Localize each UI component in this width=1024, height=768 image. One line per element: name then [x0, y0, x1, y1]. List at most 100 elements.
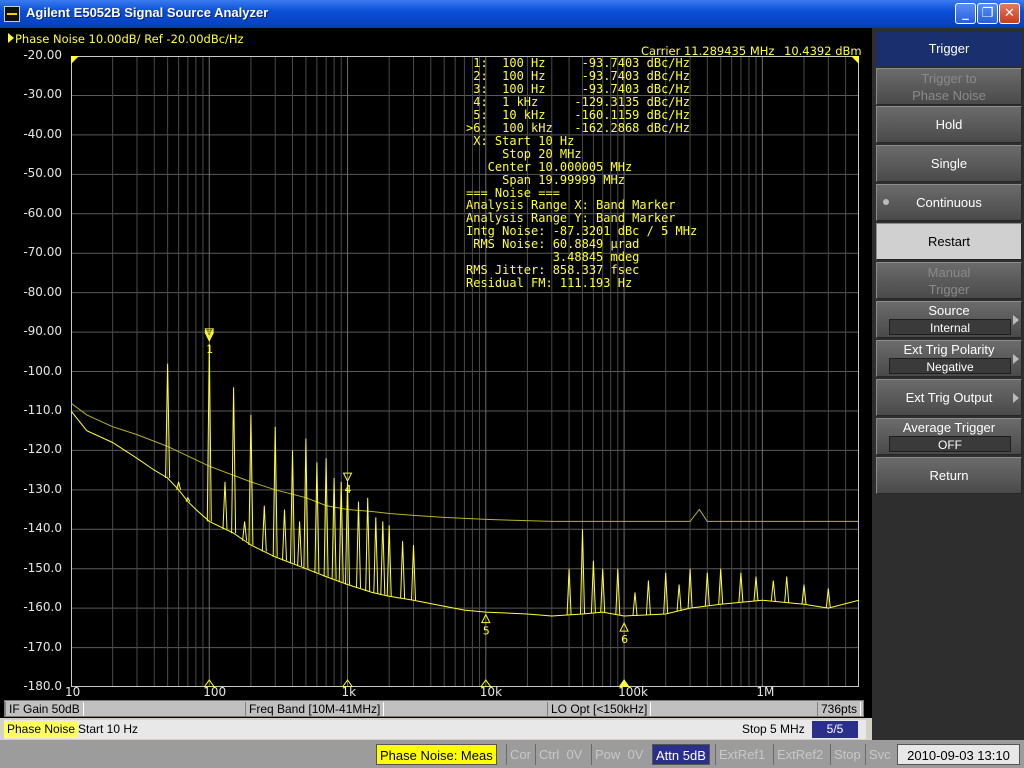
y-tick-label: -100.0	[23, 363, 62, 378]
spur-spike	[222, 481, 228, 530]
x-tick-label: 100	[203, 685, 227, 699]
readout-line: Center 10.000005 MHz	[466, 159, 633, 174]
return-label: Return	[929, 468, 969, 483]
title-bar: Agilent E5052B Signal Source Analyzer _ …	[0, 0, 1024, 28]
spur-spike	[770, 580, 776, 602]
start-frequency[interactable]: Start 10 Hz	[78, 721, 138, 738]
continuous-softkey[interactable]: Continuous	[876, 184, 1022, 221]
manual-trigger-softkey[interactable]: Manual Trigger	[876, 262, 1022, 299]
spur-spike	[676, 584, 682, 611]
y-tick-label: -70.00	[23, 245, 62, 260]
status-bar-settings: IF Gain 50dB Freq Band [10M-41MHz] LO Op…	[4, 700, 864, 717]
instrument-status-bar: Phase Noise: Meas Cor Ctrl 0V Pow 0V Att…	[0, 740, 1024, 768]
average-trigger-softkey[interactable]: Average Trigger OFF	[876, 418, 1022, 455]
marker-label: 5	[483, 625, 490, 638]
y-tick-label: -130.0	[23, 481, 62, 496]
ctrl-voltage: 0V	[566, 747, 583, 762]
if-gain-status[interactable]: IF Gain 50dB	[5, 702, 84, 716]
ext-trig-polarity-softkey[interactable]: Ext Trig Polarity Negative	[876, 340, 1022, 377]
source-softkey[interactable]: Source Internal	[876, 301, 1022, 338]
continuous-label: Continuous	[916, 195, 982, 210]
points-status[interactable]: 736pts	[817, 702, 862, 716]
ext-trig-polarity-label: Ext Trig Polarity	[903, 342, 995, 357]
y-tick-label: -40.00	[23, 126, 62, 141]
analyzer-window: Agilent E5052B Signal Source Analyzer _ …	[0, 0, 1024, 768]
softkey-panel: Trigger Trigger to Phase Noise Hold Sing…	[872, 28, 1024, 740]
close-button[interactable]: ✕	[999, 3, 1020, 24]
submenu-arrow-icon	[1013, 354, 1019, 364]
spur-spike	[645, 580, 651, 615]
y-tick-label: -20.00	[23, 48, 62, 62]
attenuation-indicator: Attn 5dB	[652, 744, 710, 765]
lo-opt-status[interactable]: LO Opt [<150kHz]	[547, 702, 652, 716]
freq-band-status[interactable]: Freq Band [10M-41MHz]	[245, 702, 385, 716]
readout-line: X: Start 10 Hz	[466, 133, 575, 148]
spur-spike	[282, 509, 287, 561]
source-value: Internal	[889, 319, 1011, 335]
submenu-arrow-icon	[1013, 393, 1019, 403]
service-indicator: Svc	[865, 744, 894, 765]
readout-line: Stop 20 MHz	[466, 146, 582, 161]
y-tick-label: -110.0	[23, 402, 62, 417]
extref1-indicator: ExtRef1	[715, 744, 768, 765]
minimize-icon: _	[962, 6, 969, 21]
ref-level-icon	[71, 56, 79, 64]
readout-line: 2: 100 Hz -93.7403 dBc/Hz	[466, 68, 690, 83]
spur-spike	[400, 541, 406, 599]
window-title: Agilent E5052B Signal Source Analyzer	[26, 5, 269, 20]
minimize-button[interactable]: _	[955, 3, 976, 24]
readout-line: 4: 1 kHz -129.3135 dBc/Hz	[466, 94, 690, 109]
manual-trigger-line1: Manual	[927, 265, 971, 280]
submenu-arrow-icon	[1013, 315, 1019, 325]
x-tick-label: 1k	[341, 685, 357, 699]
x-tick-label: 10	[65, 685, 81, 699]
channel-indicator[interactable]: 5/5	[812, 721, 858, 738]
hold-softkey[interactable]: Hold	[876, 106, 1022, 143]
source-label: Source	[928, 303, 970, 318]
y-tick-label: -50.00	[23, 166, 62, 181]
y-tick-label: -180.0	[23, 679, 62, 693]
single-softkey[interactable]: Single	[876, 145, 1022, 182]
plot-svg: 1 4 5 6	[71, 56, 859, 687]
y-tick-label: -150.0	[23, 560, 62, 575]
softkey-menu-title: Trigger	[876, 32, 1022, 66]
spur-spike	[297, 521, 303, 567]
return-softkey[interactable]: Return	[876, 457, 1022, 494]
spur-spike	[261, 505, 267, 552]
trigger-to-phase-noise-softkey[interactable]: Trigger to Phase Noise	[876, 68, 1022, 105]
y-tick-label: -30.00	[23, 87, 62, 102]
trigger-to-phase-noise-line2: Phase Noise	[912, 88, 986, 103]
trace-header[interactable]: Phase Noise 10.00dB/ Ref -20.00dBc/Hz	[8, 32, 244, 46]
marker-label: 1	[206, 343, 213, 356]
date-time: 2010-09-03 13:10	[897, 744, 1020, 765]
spur-spike	[632, 592, 638, 616]
ext-trig-output-softkey[interactable]: Ext Trig Output	[876, 379, 1022, 416]
restart-softkey[interactable]: Restart	[876, 223, 1022, 260]
status-bar-sweep: Phase Noise Start 10 Hz Stop 5 MHz 5/5	[4, 720, 866, 739]
spur-spike	[380, 521, 386, 595]
readout-line: 1: 100 Hz -93.7403 dBc/Hz	[466, 56, 690, 70]
readout-line: >6: 100 kHz -162.2868 dBc/Hz	[466, 120, 690, 135]
maximize-icon: ❐	[981, 6, 994, 21]
spur-spike	[356, 501, 361, 589]
maximize-button[interactable]: ❐	[977, 3, 998, 24]
readout-line: 3: 100 Hz -93.7403 dBc/Hz	[466, 81, 690, 96]
y-tick-label: -60.00	[23, 205, 62, 220]
right-edge-marker-icon	[851, 56, 859, 64]
spur-spike	[231, 387, 237, 534]
marker-readout: 1: 100 Hz -93.7403 dBc/Hz 2: 100 Hz -93.…	[466, 57, 697, 290]
app-icon	[4, 6, 20, 22]
measurement-display[interactable]: Phase Noise 10.00dB/ Ref -20.00dBc/Hz Ca…	[0, 28, 872, 718]
readout-line: 5: 10 kHz -160.1159 dBc/Hz	[466, 107, 690, 122]
selected-dot-icon	[883, 199, 889, 205]
phase-noise-plot[interactable]: 1 4 5 6	[71, 56, 859, 687]
marker-label: 6	[621, 633, 628, 646]
hold-label: Hold	[935, 117, 963, 132]
stop-frequency[interactable]: Stop 5 MHz	[742, 721, 805, 738]
measurement-label[interactable]: Phase Noise	[4, 721, 79, 738]
spur-spike	[784, 576, 790, 603]
spur-spike	[242, 521, 248, 541]
close-icon: ✕	[1004, 6, 1015, 21]
x-tick-label: 1M	[756, 685, 775, 699]
trigger-to-phase-noise-line1: Trigger to	[921, 71, 977, 86]
